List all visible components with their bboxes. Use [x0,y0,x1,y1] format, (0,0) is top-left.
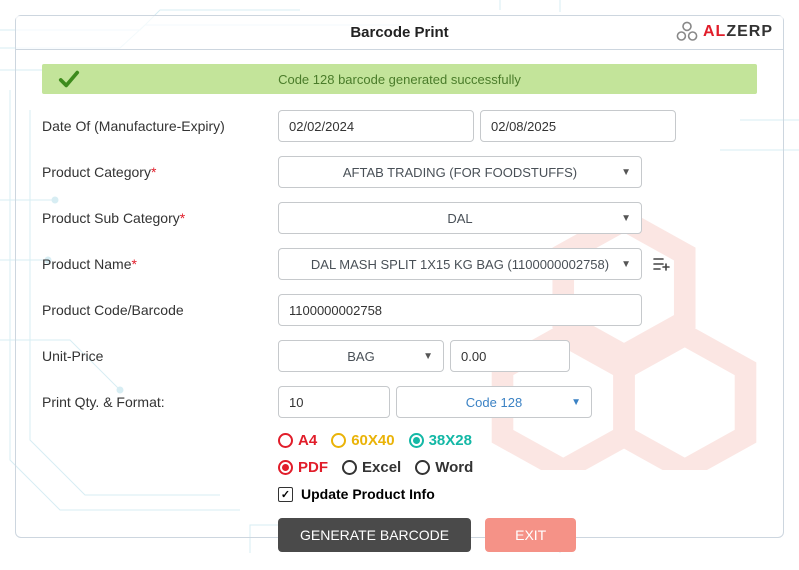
unit-select[interactable]: BAG ▼ [278,340,444,372]
product-code-input[interactable] [278,294,642,326]
product-name-select[interactable]: DAL MASH SPLIT 1X15 KG BAG (110000000275… [278,248,642,280]
success-banner: Code 128 barcode generated successfully [42,64,757,94]
date-expiry-input[interactable] [480,110,676,142]
caret-down-icon: ▼ [423,351,433,362]
radio-icon-checked [409,433,424,448]
radio-pdf[interactable]: PDF [278,459,328,476]
label-category: Product Category* [42,164,278,180]
label-subcategory: Product Sub Category* [42,210,278,226]
caret-down-icon: ▼ [571,397,581,408]
price-input[interactable] [450,340,570,372]
radio-icon [342,460,357,475]
generate-barcode-button[interactable]: GENERATE BARCODE [278,518,471,552]
label-unit-price: Unit-Price [42,348,278,364]
product-subcategory-select[interactable]: DAL ▼ [278,202,642,234]
main-panel: Barcode Print ALZERP Code 128 barcode ge… [15,15,784,538]
radio-60x40[interactable]: 60X40 [331,432,394,449]
header-bar: Barcode Print ALZERP [16,16,783,50]
logo-text: ALZERP [703,23,773,41]
page-title: Barcode Print [350,24,448,41]
label-product-name: Product Name* [42,256,278,272]
product-category-select[interactable]: AFTAB TRADING (FOR FOODSTUFFS) ▼ [278,156,642,188]
output-format-radios: PDF Excel Word [278,459,757,476]
radio-a4[interactable]: A4 [278,432,317,449]
logo: ALZERP [675,20,773,44]
radio-excel[interactable]: Excel [342,459,401,476]
label-code: Product Code/Barcode [42,302,278,318]
update-product-info-checkbox[interactable]: ✓ Update Product Info [278,486,757,502]
paper-size-radios: A4 60X40 38X28 [278,432,757,449]
add-product-button[interactable] [648,251,674,277]
date-manufacture-input[interactable] [278,110,474,142]
radio-icon-checked [278,460,293,475]
label-date: Date Of (Manufacture-Expiry) [42,118,278,134]
barcode-format-select[interactable]: Code 128 ▼ [396,386,592,418]
radio-icon [415,460,430,475]
radio-word[interactable]: Word [415,459,473,476]
caret-down-icon: ▼ [621,167,631,178]
label-qty-format: Print Qty. & Format: [42,394,278,410]
success-message: Code 128 barcode generated successfully [42,72,757,87]
exit-button[interactable]: EXIT [485,518,576,552]
print-qty-input[interactable] [278,386,390,418]
caret-down-icon: ▼ [621,259,631,270]
caret-down-icon: ▼ [621,213,631,224]
list-plus-icon [652,255,670,273]
radio-icon [331,433,346,448]
radio-38x28[interactable]: 38X28 [409,432,472,449]
radio-icon [278,433,293,448]
logo-icon [675,20,699,44]
checkbox-icon-checked: ✓ [278,487,293,502]
